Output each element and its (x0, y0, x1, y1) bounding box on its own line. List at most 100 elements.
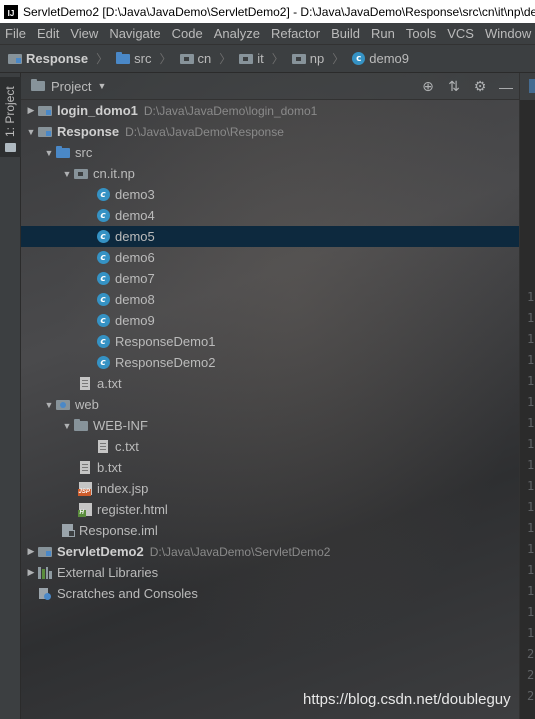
scratches-icon (37, 587, 53, 601)
tree-node-file[interactable]: c.txt (21, 436, 519, 457)
tree-node-web[interactable]: ▼ web (21, 394, 519, 415)
menu-build[interactable]: Build (326, 26, 366, 41)
view-selector-dropdown[interactable]: Project ▼ (31, 79, 106, 94)
tree-node-src[interactable]: ▼ src (21, 142, 519, 163)
tree-node-servletdemo2[interactable]: ▶ ServletDemo2 D:\Java\JavaDemo\ServletD… (21, 541, 519, 562)
project-tool-window-tab[interactable]: 1: Project (0, 77, 21, 157)
tree-node-scratches[interactable]: Scratches and Consoles (21, 583, 519, 604)
tree-node-label: demo9 (115, 313, 155, 328)
tree-node-file[interactable]: Response.iml (21, 520, 519, 541)
panel-header-actions: ⊕ ⇅ ⚙ — (409, 73, 513, 100)
tree-node-class[interactable]: c demo8 (21, 289, 519, 310)
menu-navigate[interactable]: Navigate (104, 26, 166, 41)
expand-arrow-icon[interactable]: ▶ (25, 105, 37, 116)
line-number: 1 (527, 290, 535, 304)
tree-node-login-domo1[interactable]: ▶ login_domo1 D:\Java\JavaDemo\login_dom… (21, 100, 519, 121)
settings-gear-icon[interactable]: ⚙ (473, 78, 487, 95)
menu-analyze[interactable]: Analyze (209, 26, 266, 41)
line-number: 1 (527, 311, 535, 325)
breadcrumb: Response 〉 src 〉 cn 〉 it 〉 np 〉 c demo9 (0, 45, 535, 73)
text-file-icon (77, 461, 93, 475)
menu-edit[interactable]: Edit (32, 26, 65, 41)
collapse-all-icon[interactable]: ⇅ (447, 78, 461, 95)
tree-node-class[interactable]: c demo9 (21, 310, 519, 331)
line-number: 1 (527, 395, 535, 409)
tree-node-file[interactable]: b.txt (21, 457, 519, 478)
package-icon (179, 53, 194, 64)
breadcrumb-item-it[interactable]: it 〉 (231, 50, 284, 67)
line-number: 1 (527, 521, 535, 535)
expand-arrow-icon[interactable]: ▶ (25, 546, 37, 557)
line-number: 2 (527, 668, 535, 682)
chevron-right-icon: 〉 (96, 52, 109, 66)
chevron-right-icon: 〉 (159, 52, 172, 66)
menu-view[interactable]: View (65, 26, 104, 41)
tree-node-web-inf[interactable]: ▼ WEB-INF (21, 415, 519, 436)
collapse-arrow-icon[interactable]: ▼ (61, 421, 73, 431)
tree-node-file[interactable]: register.html (21, 499, 519, 520)
tree-node-label: ResponseDemo1 (115, 334, 216, 349)
tree-node-external-libraries[interactable]: ▶ External Libraries (21, 562, 519, 583)
breadcrumb-item-np[interactable]: np 〉 (284, 50, 344, 67)
tree-node-label: b.txt (97, 460, 122, 475)
line-number: 1 (527, 479, 535, 493)
breadcrumb-item-response[interactable]: Response 〉 (0, 50, 108, 67)
locate-icon[interactable]: ⊕ (421, 78, 435, 95)
folder-icon (31, 79, 45, 91)
tree-node-label: index.jsp (97, 481, 149, 496)
tree-node-label: ServletDemo2 (57, 544, 144, 559)
class-icon: c (95, 230, 111, 244)
module-folder-icon (8, 53, 22, 64)
menu-code[interactable]: Code (167, 26, 209, 41)
breadcrumb-item-cn[interactable]: cn 〉 (172, 50, 232, 67)
tree-node-package[interactable]: ▼ cn.it.np (21, 163, 519, 184)
tree-node-file[interactable]: a.txt (21, 373, 519, 394)
tree-node-label: register.html (97, 502, 168, 517)
line-number: 1 (527, 374, 535, 388)
line-number: 1 (527, 458, 535, 472)
class-icon: c (95, 356, 111, 370)
collapse-arrow-icon[interactable]: ▼ (61, 169, 73, 179)
tree-node-file[interactable]: index.jsp (21, 478, 519, 499)
menu-window[interactable]: Window (480, 26, 535, 41)
tree-node-label: ResponseDemo2 (115, 355, 216, 370)
breadcrumb-item-src[interactable]: src 〉 (108, 50, 172, 67)
chevron-right-icon: 〉 (219, 52, 232, 66)
tree-node-label: External Libraries (57, 565, 159, 580)
breadcrumb-label: cn (197, 51, 212, 66)
line-number: 1 (527, 626, 535, 640)
menu-vcs[interactable]: VCS (442, 26, 480, 41)
menu-refactor[interactable]: Refactor (266, 26, 326, 41)
chevron-right-icon: 〉 (332, 52, 345, 66)
tree-node-class[interactable]: c demo6 (21, 247, 519, 268)
tree-node-class[interactable]: c demo4 (21, 205, 519, 226)
tree-node-label: c.txt (115, 439, 139, 454)
tree-node-class-selected[interactable]: c demo5 (21, 226, 519, 247)
breadcrumb-label: demo9 (369, 51, 410, 66)
tree-node-label: a.txt (97, 376, 122, 391)
tree-node-label: demo5 (115, 229, 155, 244)
tree-node-response[interactable]: ▼ Response D:\Java\JavaDemo\Response (21, 121, 519, 142)
tree-node-class[interactable]: c demo3 (21, 184, 519, 205)
line-number: 1 (527, 332, 535, 346)
view-selector-label: Project (51, 78, 92, 94)
collapse-arrow-icon[interactable]: ▼ (43, 148, 55, 158)
menu-run[interactable]: Run (366, 26, 401, 41)
tree-node-class[interactable]: c ResponseDemo1 (21, 331, 519, 352)
line-number: 1 (527, 584, 535, 598)
menu-tools[interactable]: Tools (401, 26, 442, 41)
tree-node-label: demo3 (115, 187, 155, 202)
expand-arrow-icon[interactable]: ▶ (25, 567, 37, 578)
breadcrumb-item-demo9[interactable]: c demo9 (344, 51, 409, 66)
menu-file[interactable]: File (0, 26, 32, 41)
minimize-icon[interactable]: — (499, 79, 513, 95)
module-folder-icon (37, 104, 53, 118)
tree-node-path: D:\Java\JavaDemo\Response (125, 124, 284, 139)
tree-node-class[interactable]: c ResponseDemo2 (21, 352, 519, 373)
jsp-file-icon (77, 482, 93, 496)
tree-node-class[interactable]: c demo7 (21, 268, 519, 289)
collapse-arrow-icon[interactable]: ▼ (25, 127, 37, 137)
web-folder-icon (55, 398, 71, 412)
collapse-arrow-icon[interactable]: ▼ (43, 400, 55, 410)
html-file-icon (77, 503, 93, 517)
